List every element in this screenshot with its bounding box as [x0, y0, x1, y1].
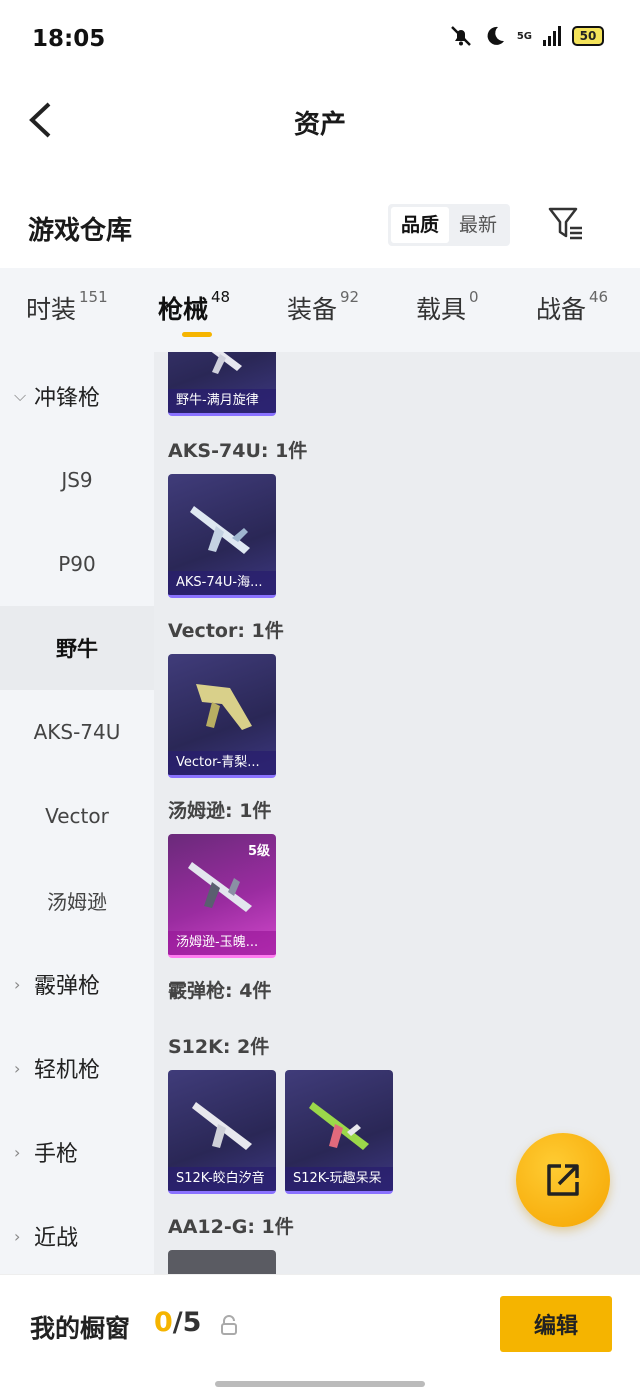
group-label: AA12-G: 1件 — [168, 1216, 294, 1238]
nav-bar: 资产 — [0, 80, 640, 164]
group-label: 汤姆逊: 1件 — [168, 800, 272, 822]
status-time: 18:05 — [32, 26, 106, 52]
item-card[interactable] — [168, 1250, 276, 1274]
gun-icon — [211, 352, 242, 374]
network-label: 5G — [516, 30, 532, 42]
sort-quality-button[interactable]: 品质 — [391, 207, 450, 243]
external-link-icon — [547, 1164, 579, 1196]
item-name: AKS-74U-海... — [168, 571, 276, 595]
gun-icon — [190, 506, 250, 554]
sidebar-item-p90[interactable]: P90 — [0, 522, 154, 606]
sidebar-category-lmg[interactable]: › 轻机枪 — [0, 1026, 154, 1110]
sidebar: ⌵ 冲锋枪 JS9 P90 野牛 AKS-74U Vector 汤姆逊 › 霰弹枪 … — [0, 352, 154, 1274]
status-bar: 18:05 5G 50 — [0, 0, 640, 80]
item-card[interactable]: Vector-青梨... — [168, 654, 276, 778]
sidebar-category-shotgun[interactable]: › 霰弹枪 — [0, 942, 154, 1026]
bell-muted-icon — [450, 26, 471, 46]
sidebar-category-smg[interactable]: ⌵ 冲锋枪 — [0, 354, 154, 438]
showcase-bar: 我的橱窗 0/5 编辑 — [0, 1274, 640, 1400]
tab-vehicles[interactable]: 载具 0 — [416, 288, 479, 326]
gun-icon — [192, 1102, 252, 1150]
gun-icon — [188, 862, 252, 912]
sidebar-item-thompson[interactable]: 汤姆逊 — [0, 858, 154, 942]
active-tab-indicator — [182, 332, 212, 337]
sidebar-item-bizon[interactable]: 野牛 — [0, 606, 154, 690]
item-name: S12K-皎白汐音 — [168, 1167, 276, 1191]
chevron-right-icon: › — [14, 1226, 21, 1246]
chevron-right-icon: › — [14, 1058, 21, 1078]
category-tabs: 时装 151 枪械 48 装备 92 载具 0 战备 46 — [0, 268, 640, 354]
showcase-label: 我的橱窗 — [30, 1314, 131, 1343]
sort-toggle: 品质 最新 — [388, 204, 511, 246]
tab-gear[interactable]: 战备 46 — [536, 288, 608, 326]
group-label: AKS-74U: 1件 — [168, 440, 308, 462]
edit-button[interactable]: 编辑 — [500, 1296, 612, 1352]
item-card[interactable]: 野牛-满月旋律 — [168, 352, 276, 416]
tab-fashion[interactable]: 时装 151 — [26, 288, 108, 326]
lock-icon — [221, 1315, 237, 1335]
group-label: 霰弹枪: 4件 — [168, 980, 272, 1002]
item-name: S12K-玩趣呆呆 — [285, 1167, 393, 1191]
item-name: 汤姆逊-玉魄... — [168, 931, 276, 955]
chevron-down-icon: ⌵ — [14, 386, 27, 405]
sidebar-item-js9[interactable]: JS9 — [0, 438, 154, 522]
sidebar-category-melee[interactable]: › 近战 — [0, 1194, 154, 1274]
item-card[interactable]: S12K-玩趣呆呆 — [285, 1070, 393, 1194]
group-label: S12K: 2件 — [168, 1036, 270, 1058]
tab-firearms[interactable]: 枪械 48 — [158, 288, 230, 326]
sidebar-item-vector[interactable]: Vector — [0, 774, 154, 858]
gun-icon — [196, 684, 252, 730]
share-button[interactable] — [516, 1133, 610, 1227]
status-icons: 5G 50 — [449, 24, 604, 48]
home-indicator[interactable] — [215, 1381, 425, 1387]
battery-icon: 50 — [572, 26, 604, 46]
warehouse-title: 游戏仓库 — [28, 216, 133, 246]
chevron-right-icon: › — [14, 974, 21, 994]
chevron-right-icon: › — [14, 1142, 21, 1162]
filter-button[interactable] — [546, 204, 586, 244]
filter-icon — [548, 207, 582, 240]
sidebar-category-pistol[interactable]: › 手枪 — [0, 1110, 154, 1194]
page-title: 资产 — [293, 110, 346, 140]
item-card[interactable]: S12K-皎白汐音 — [168, 1070, 276, 1194]
signal-icon — [543, 26, 561, 46]
item-card[interactable]: AKS-74U-海... — [168, 474, 276, 598]
item-name: Vector-青梨... — [168, 751, 276, 775]
section-header: 游戏仓库 品质 最新 — [0, 190, 640, 260]
showcase-count: 0/5 — [154, 1307, 202, 1338]
group-label: Vector: 1件 — [168, 620, 284, 642]
sort-latest-button[interactable]: 最新 — [449, 207, 507, 243]
sidebar-item-aks74u[interactable]: AKS-74U — [0, 690, 154, 774]
item-card[interactable]: 5级 汤姆逊-玉魄... — [168, 834, 276, 958]
item-name: 野牛-满月旋律 — [168, 389, 276, 413]
moon-icon — [487, 26, 504, 45]
gun-icon — [309, 1102, 369, 1150]
tab-equipment[interactable]: 装备 92 — [287, 288, 359, 326]
